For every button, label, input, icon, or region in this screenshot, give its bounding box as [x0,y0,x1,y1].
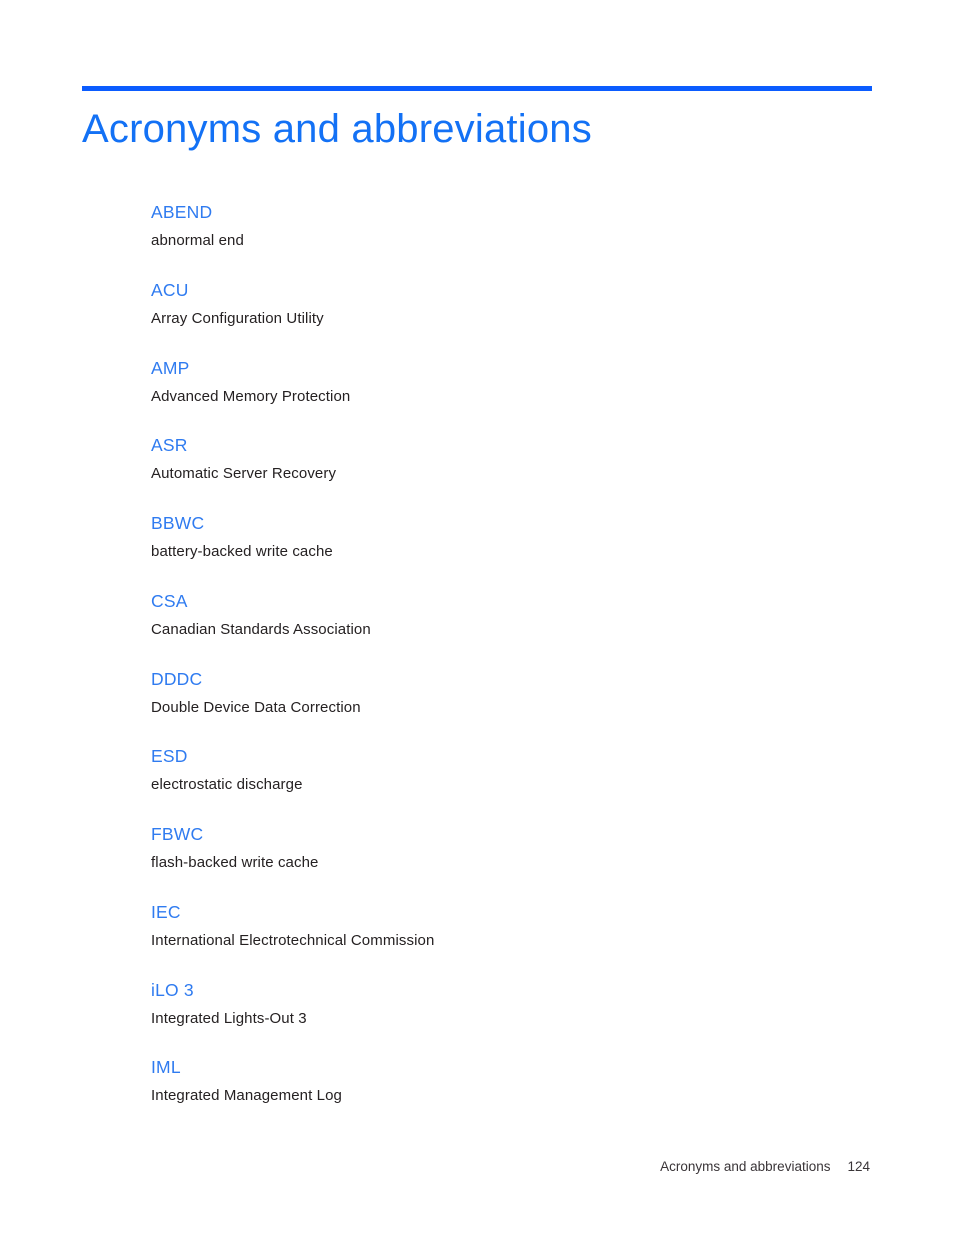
glossary-term: ESD [151,746,188,767]
glossary-term: CSA [151,590,188,611]
glossary-definition: Double Device Data Correction [151,698,361,716]
footer-page-number: 124 [847,1159,870,1174]
glossary-term: DDDC [151,668,203,689]
glossary-entry: ASR Automatic Server Recovery [151,435,851,484]
glossary-entry: IML Integrated Management Log [151,1057,851,1106]
glossary-definition: International Electrotechnical Commissio… [151,931,435,949]
glossary-entry: FBWC flash-backed write cache [151,824,851,873]
glossary-definition: Canadian Standards Association [151,620,371,638]
glossary-definition: flash-backed write cache [151,854,319,871]
page-footer: Acronyms and abbreviations 124 [82,1158,870,1176]
glossary-entry: ABEND abnormal end [151,202,851,251]
glossary-definition: Integrated Management Log [151,1087,342,1105]
glossary-entry: iLO 3 Integrated Lights-Out 3 [151,980,851,1029]
glossary-term: iLO 3 [151,979,194,1000]
glossary-definition: Integrated Lights-Out 3 [151,1009,307,1027]
glossary-term: ABEND [151,202,213,222]
glossary-entry: CSA Canadian Standards Association [151,591,851,640]
glossary-entry: ACU Array Configuration Utility [151,280,851,329]
glossary-entry: BBWC battery-backed write cache [151,513,851,562]
glossary-definition: battery-backed write cache [151,543,333,560]
glossary-definition: abnormal end [151,232,244,249]
document-page: Acronyms and abbreviations ABEND abnormal… [0,0,954,1235]
glossary-term: AMP [151,357,190,378]
glossary-definition: Automatic Server Recovery [151,465,337,483]
glossary-definition: Array Configuration Utility [151,309,324,327]
glossary-definition: Advanced Memory Protection [151,387,351,405]
glossary-term: ACU [151,279,189,300]
footer-section-label: Acronyms and abbreviations [660,1159,831,1174]
glossary-term: FBWC [151,824,204,844]
glossary-list: ABEND abnormal end ACU Array Configuration … [151,202,851,1106]
glossary-entry: DDDC Double Device Data Correction [151,669,851,718]
glossary-term: BBWC [151,513,205,533]
glossary-term: IEC [151,901,181,922]
page-title-block: Acronyms and abbreviations [82,86,872,154]
glossary-term: IML [151,1057,181,1078]
glossary-entry: ESD electrostatic discharge [151,746,851,795]
page-title: Acronyms and abbreviations [82,107,592,151]
glossary-entry: AMP Advanced Memory Protection [151,358,851,407]
glossary-entry: IEC International Electrotechnical Commis… [151,902,851,951]
glossary-definition: electrostatic discharge [151,776,303,794]
glossary-term: ASR [151,435,188,456]
